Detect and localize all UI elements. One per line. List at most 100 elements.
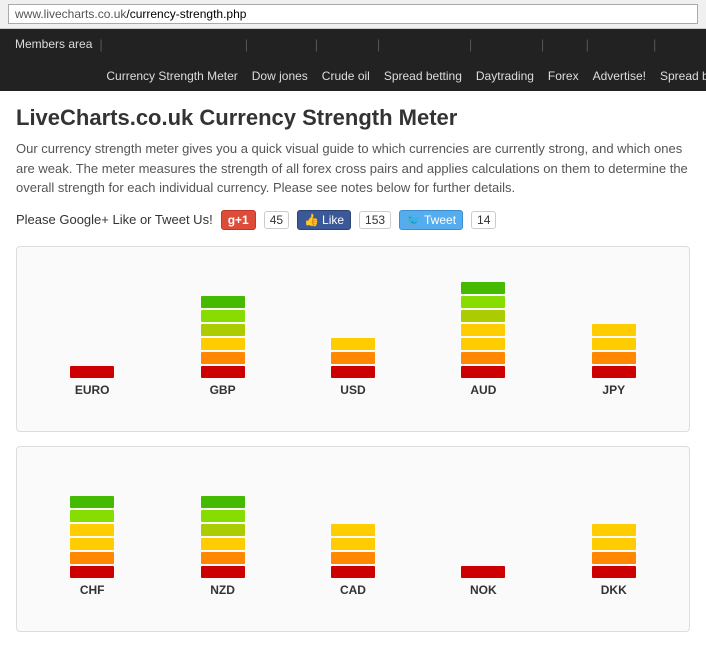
bar-segment (201, 552, 245, 564)
currency-item-aud: AUD (443, 282, 523, 397)
bar-segment (461, 324, 505, 336)
bar-segment (592, 338, 636, 350)
bar-stack-aud (461, 282, 505, 378)
currency-item-nzd: NZD (183, 496, 263, 597)
nav-item-dow-jones[interactable]: Dow jones (245, 61, 315, 91)
currency-label: NZD (210, 583, 235, 597)
currency-row-1: EURO GBP USD AUD JPY (27, 261, 679, 421)
bar-segment (331, 566, 375, 578)
bar-segment (331, 338, 375, 350)
chart-box-1: EURO GBP USD AUD JPY (16, 246, 690, 432)
nav-item-daytrading[interactable]: Daytrading (469, 61, 541, 91)
currency-label: EURO (75, 383, 110, 397)
fb-label: Like (322, 213, 344, 227)
bar-segment (70, 366, 114, 378)
bar-stack-usd (331, 338, 375, 378)
bar-segment (201, 310, 245, 322)
bar-stack-euro (70, 366, 114, 378)
url-path: /currency-strength.php (126, 7, 246, 21)
chart-box-2: CHF NZD CAD NOK DKK (16, 446, 690, 632)
currency-label: DKK (601, 583, 627, 597)
url-base: www.livecharts.co.uk (15, 7, 126, 21)
bar-segment (461, 566, 505, 578)
currency-item-jpy: JPY (574, 324, 654, 397)
bar-segment (592, 524, 636, 536)
currency-item-gbp: GBP (183, 296, 263, 397)
currency-item-cad: CAD (313, 524, 393, 597)
bar-segment (331, 552, 375, 564)
nav-item-spread-betting-demo[interactable]: Spread betting demo (653, 61, 706, 91)
nav-item-forex[interactable]: Forex (541, 61, 586, 91)
bar-segment (331, 524, 375, 536)
bar-segment (70, 538, 114, 550)
main-content: LiveCharts.co.uk Currency Strength Meter… (0, 91, 706, 656)
bar-segment (592, 566, 636, 578)
currency-label: CHF (80, 583, 105, 597)
gplus-count: 45 (264, 211, 289, 229)
bar-stack-chf (70, 496, 114, 578)
bar-segment (461, 366, 505, 378)
bar-segment (70, 566, 114, 578)
nav-bar: Members areaCurrency Strength MeterDow j… (0, 29, 706, 91)
bar-segment (201, 566, 245, 578)
bar-stack-nzd (201, 496, 245, 578)
currency-label: NOK (470, 583, 497, 597)
twitter-bird-icon: 🐦 (406, 213, 421, 227)
bar-segment (201, 538, 245, 550)
currency-item-usd: USD (313, 338, 393, 397)
tweet-label: Tweet (424, 213, 456, 227)
gplus-button[interactable]: g+1 (221, 210, 256, 230)
currency-item-euro: EURO (52, 366, 132, 397)
bar-segment (331, 538, 375, 550)
bar-segment (592, 366, 636, 378)
bar-segment (70, 510, 114, 522)
bar-segment (201, 366, 245, 378)
currency-item-nok: NOK (443, 566, 523, 597)
bar-segment (461, 282, 505, 294)
nav-item-members-area[interactable]: Members area (8, 29, 99, 59)
currency-item-dkk: DKK (574, 524, 654, 597)
bar-segment (70, 524, 114, 536)
nav-item-currency-strength-meter[interactable]: Currency Strength Meter (99, 61, 244, 91)
nav-item-crude-oil[interactable]: Crude oil (315, 61, 377, 91)
currency-label: AUD (470, 383, 496, 397)
bar-segment (331, 352, 375, 364)
tweet-count: 14 (471, 211, 496, 229)
tweet-button[interactable]: 🐦 Tweet (399, 210, 463, 230)
currency-label: JPY (602, 383, 625, 397)
bar-stack-jpy (592, 324, 636, 378)
bar-segment (592, 324, 636, 336)
address-bar: www.livecharts.co.uk/currency-strength.p… (0, 0, 706, 29)
page-description: Our currency strength meter gives you a … (16, 139, 690, 198)
bar-stack-cad (331, 524, 375, 578)
fb-icon: 👍 (304, 213, 319, 227)
currency-label: USD (340, 383, 365, 397)
currency-row-2: CHF NZD CAD NOK DKK (27, 461, 679, 621)
nav-item-spread-betting[interactable]: Spread betting (377, 61, 469, 91)
url-display[interactable]: www.livecharts.co.uk/currency-strength.p… (8, 4, 698, 24)
bar-segment (592, 538, 636, 550)
bar-segment (201, 296, 245, 308)
bar-segment (592, 552, 636, 564)
bar-segment (461, 310, 505, 322)
bar-segment (592, 352, 636, 364)
bar-segment (331, 366, 375, 378)
gplus-label: g+1 (228, 213, 249, 227)
bar-segment (201, 510, 245, 522)
currency-label: GBP (210, 383, 236, 397)
bar-stack-gbp (201, 296, 245, 378)
nav-item-advertise![interactable]: Advertise! (586, 61, 653, 91)
facebook-like-button[interactable]: 👍 Like (297, 210, 351, 230)
page-title: LiveCharts.co.uk Currency Strength Meter (16, 105, 690, 131)
bar-segment (201, 352, 245, 364)
bar-segment (201, 338, 245, 350)
bar-segment (461, 296, 505, 308)
bar-segment (70, 496, 114, 508)
social-bar: Please Google+ Like or Tweet Us! g+1 45 … (16, 210, 690, 230)
currency-item-chf: CHF (52, 496, 132, 597)
currency-label: CAD (340, 583, 366, 597)
bar-stack-dkk (592, 524, 636, 578)
bar-segment (461, 338, 505, 350)
bar-stack-nok (461, 566, 505, 578)
bar-segment (201, 496, 245, 508)
